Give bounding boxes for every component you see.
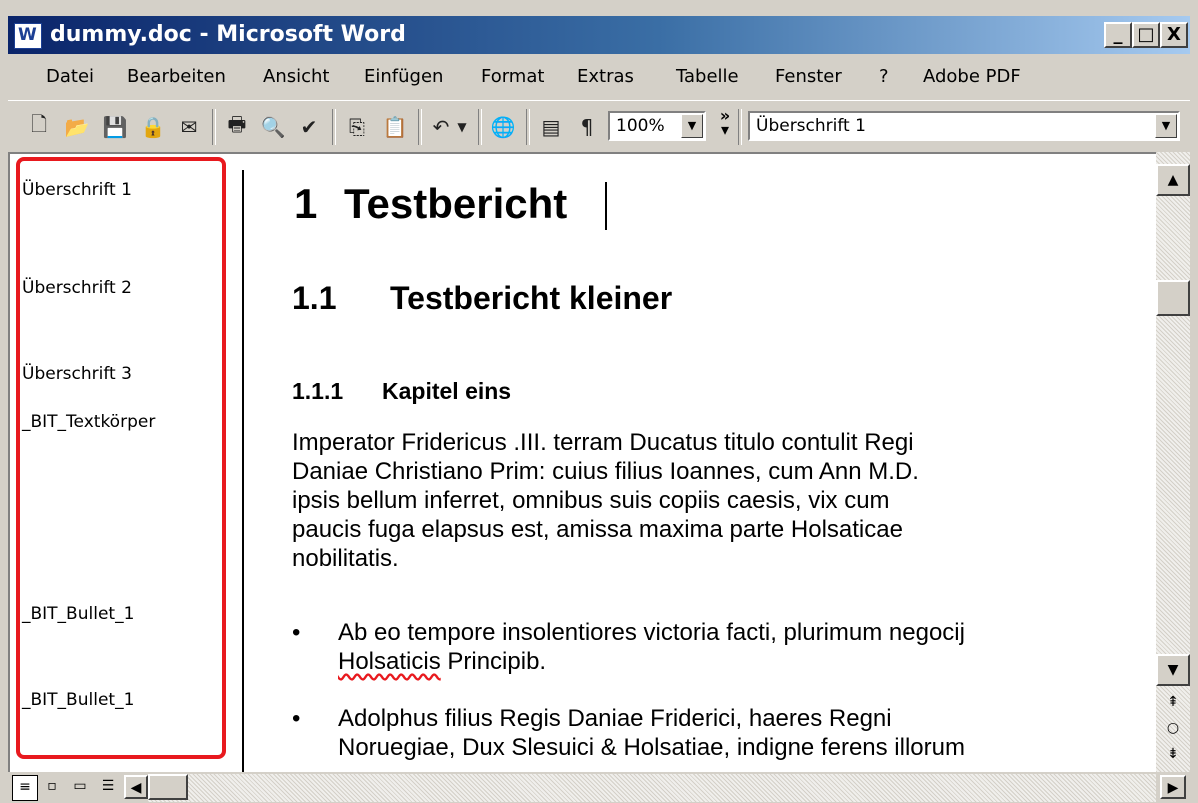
body-paragraph[interactable]: Imperator Fridericus .III. terram Ducatu…: [292, 428, 1072, 573]
menu-einfuegen[interactable]: Einfügen: [364, 66, 443, 87]
close-icon: X: [1167, 24, 1181, 45]
heading-1[interactable]: 1 Testbericht: [294, 180, 567, 228]
scroll-up-button[interactable]: ▲: [1156, 164, 1190, 196]
minimize-icon: _: [1113, 24, 1123, 45]
toolbar-separator: [332, 109, 336, 145]
maximize-button[interactable]: □: [1132, 22, 1160, 48]
menu-fenster[interactable]: Fenster: [775, 66, 842, 87]
next-page-icon[interactable]: ⇟: [1162, 746, 1184, 762]
chevron-down-icon[interactable]: ▼: [1155, 114, 1177, 138]
menu-bar: Datei Bearbeiten Ansicht Einfügen Format…: [8, 56, 1190, 100]
menu-bearbeiten[interactable]: Bearbeiten: [127, 66, 226, 87]
window-title: dummy.doc - Microsoft Word: [50, 22, 406, 47]
paragraph-line: Imperator Fridericus .III. terram Ducatu…: [292, 429, 914, 456]
new-icon[interactable]: 🗋: [22, 111, 56, 143]
hscroll-thumb[interactable]: [148, 774, 188, 800]
hyperlink-icon[interactable]: 🌐: [486, 111, 520, 143]
style-label[interactable]: _BIT_Textkörper: [22, 412, 155, 432]
web-layout-icon[interactable]: ▫: [40, 775, 64, 799]
bullet-line: Noruegiae, Dux Slesuici & Holsatiae, ind…: [338, 734, 965, 761]
style-label[interactable]: Überschrift 1: [22, 180, 132, 200]
toolbar-separator: [526, 109, 530, 145]
bullet-text: Adolphus filius Regis Daniae Friderici, …: [338, 704, 965, 762]
paste-icon[interactable]: 📋: [378, 111, 412, 143]
bullet-line: Holsaticis Principib.: [338, 647, 965, 676]
bullet-text: Ab eo tempore insolentiores victoria fac…: [338, 618, 965, 676]
save-icon[interactable]: 💾: [98, 111, 132, 143]
heading-number: 1.1: [292, 280, 337, 316]
maximize-icon: □: [1137, 24, 1155, 45]
copy-icon[interactable]: ⎘: [340, 111, 374, 143]
heading-text: Testbericht kleiner: [390, 280, 673, 316]
paragraph-line: paucis fuga elapsus est, amissa maxima p…: [292, 516, 903, 543]
document-map-icon[interactable]: ▤: [534, 111, 568, 143]
spelling-icon[interactable]: ✔: [292, 111, 326, 143]
menu-extras[interactable]: Extras: [577, 66, 634, 87]
menu-adobe-pdf[interactable]: Adobe PDF: [923, 66, 1021, 87]
bullet-icon: •: [292, 619, 301, 646]
heading-number: 1.1.1: [292, 378, 344, 404]
toolbar-separator: [212, 109, 216, 145]
vertical-scrollbar[interactable]: ▲ ▼: [1156, 152, 1190, 772]
paragraph-line: ipsis bellum inferret, omnibus suis copi…: [292, 487, 890, 514]
scroll-thumb[interactable]: [1156, 280, 1190, 316]
select-browse-object-icon[interactable]: ○: [1162, 720, 1184, 736]
heading-text: Testbericht: [344, 180, 568, 227]
title-bar[interactable]: dummy.doc - Microsoft Word _ □ X: [8, 16, 1190, 54]
scroll-down-button[interactable]: ▼: [1156, 654, 1190, 686]
menu-help[interactable]: ?: [879, 66, 889, 87]
open-icon[interactable]: 📂: [60, 111, 94, 143]
outline-view-icon[interactable]: ☰: [96, 775, 120, 799]
paragraph-line: Daniae Christiano Prim: cuius filius Ioa…: [292, 458, 919, 485]
bullet-line: Ab eo tempore insolentiores victoria fac…: [338, 619, 965, 646]
permission-icon[interactable]: 🔒: [136, 111, 170, 143]
chevron-down-icon[interactable]: ▼: [681, 114, 703, 138]
previous-page-icon[interactable]: ⇞: [1162, 694, 1184, 710]
toolbar-separator: [418, 109, 422, 145]
style-area-divider[interactable]: [242, 170, 244, 774]
standard-toolbar: 🗋 📂 💾 🔒 ✉ 🖶 🔍 ✔ ⎘ 📋 ↶ ▼ 🌐 ▤ ¶ 100% ▼ » ▾ …: [8, 100, 1190, 153]
email-icon[interactable]: ✉: [172, 111, 206, 143]
style-label[interactable]: Überschrift 2: [22, 278, 132, 298]
show-formatting-icon[interactable]: ¶: [570, 111, 604, 143]
toolbar-separator: [738, 109, 742, 145]
normal-view-icon[interactable]: ≡: [12, 775, 38, 801]
heading-number: 1: [294, 180, 318, 227]
style-value: Überschrift 1: [756, 116, 866, 136]
print-layout-icon[interactable]: ▭: [68, 775, 92, 799]
heading-text: Kapitel eins: [382, 378, 512, 404]
style-select[interactable]: Überschrift 1 ▼: [748, 111, 1180, 141]
toolbar-options-icon[interactable]: » ▾: [716, 108, 734, 138]
zoom-value: 100%: [616, 116, 665, 136]
style-label[interactable]: _BIT_Bullet_1: [22, 604, 134, 624]
style-label[interactable]: Überschrift 3: [22, 364, 132, 384]
misspelled-word[interactable]: Holsaticis: [338, 648, 441, 675]
scroll-left-button[interactable]: ◀: [124, 775, 148, 799]
menu-ansicht[interactable]: Ansicht: [263, 66, 329, 87]
style-label[interactable]: _BIT_Bullet_1: [22, 690, 134, 710]
close-button[interactable]: X: [1160, 22, 1188, 48]
paragraph-line: nobilitatis.: [292, 545, 399, 572]
zoom-select[interactable]: 100% ▼: [608, 111, 706, 141]
heading-2[interactable]: 1.1 Testbericht kleiner: [292, 280, 672, 317]
minimize-button[interactable]: _: [1104, 22, 1132, 48]
bullet-icon: •: [292, 705, 301, 732]
text-cursor: [605, 182, 607, 230]
toolbar-separator: [478, 109, 482, 145]
print-icon[interactable]: 🖶: [220, 111, 254, 143]
word-app-icon[interactable]: [14, 23, 42, 49]
word-window: dummy.doc - Microsoft Word _ □ X Datei B…: [0, 0, 1198, 803]
undo-dropdown-icon[interactable]: ▼: [452, 111, 472, 143]
print-preview-icon[interactable]: 🔍: [256, 111, 290, 143]
scroll-right-button[interactable]: ▶: [1160, 775, 1186, 799]
heading-3[interactable]: 1.1.1 Kapitel eins: [292, 378, 511, 405]
horizontal-scrollbar[interactable]: [148, 774, 1156, 802]
menu-tabelle[interactable]: Tabelle: [676, 66, 739, 87]
bullet-line-rest: Principib.: [440, 648, 547, 675]
menu-datei[interactable]: Datei: [46, 66, 94, 87]
menu-format[interactable]: Format: [481, 66, 544, 87]
style-area-highlight: [16, 157, 226, 759]
bullet-line: Adolphus filius Regis Daniae Friderici, …: [338, 705, 892, 732]
